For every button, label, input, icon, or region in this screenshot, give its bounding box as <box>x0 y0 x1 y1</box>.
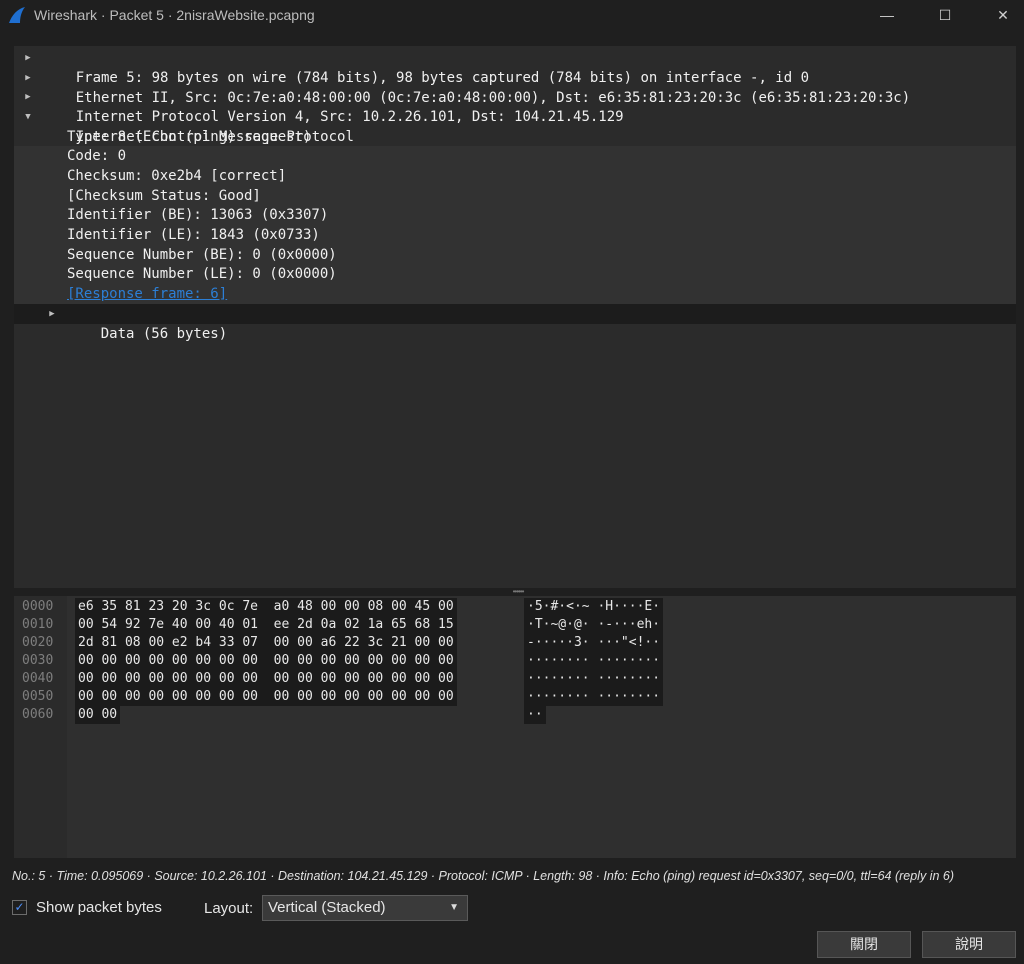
tree-item-data[interactable]: ▶ Data (56 bytes) <box>14 304 1016 342</box>
expand-arrow-icon[interactable]: ▶ <box>22 68 34 88</box>
byte-offset: 0030 <box>22 653 54 668</box>
wireshark-fin-icon <box>9 7 25 23</box>
tree-item-response-frame[interactable]: [Response frame: 6] <box>14 284 1016 304</box>
expand-arrow-icon[interactable]: ▶ <box>46 304 58 324</box>
response-frame-link[interactable]: [Response frame: 6] <box>67 286 227 302</box>
minimize-button[interactable]: — <box>864 0 910 30</box>
tree-item-identifier-le[interactable]: Identifier (LE): 1843 (0x0733) <box>14 225 1016 245</box>
packet-summary-status: No.: 5 · Time: 0.095069 · Source: 10.2.2… <box>12 869 954 883</box>
byte-offset: 0010 <box>22 617 54 632</box>
show-bytes-checkbox[interactable]: ✓ <box>12 900 27 915</box>
packet-details-tree[interactable]: ▶ Frame 5: 98 bytes on wire (784 bits), 9… <box>14 46 1016 588</box>
hex-bytes-row[interactable]: 00 00 00 00 00 00 00 00 00 00 00 00 00 0… <box>75 652 457 670</box>
packet-bytes-pane[interactable]: 0000 e6 35 81 23 20 3c 0c 7e a0 48 00 00… <box>14 596 1016 858</box>
tree-item-ethernet[interactable]: ▶ Ethernet II, Src: 0c:7e:a0:48:00:00 (0c… <box>14 68 1016 106</box>
show-packet-bytes-toggle[interactable]: ✓ Show packet bytes <box>12 899 162 916</box>
byte-offset: 0050 <box>22 689 54 704</box>
tree-item-icmp-code[interactable]: Code: 0 <box>14 146 1016 166</box>
hex-bytes-row[interactable]: 00 00 00 00 00 00 00 00 00 00 00 00 00 0… <box>75 670 457 688</box>
tree-item-checksum-status[interactable]: [Checksum Status: Good] <box>14 186 1016 206</box>
maximize-button[interactable]: ☐ <box>922 0 968 30</box>
layout-label: Layout: <box>204 900 254 917</box>
title-bar: Wireshark · Packet 5 · 2nisraWebsite.pca… <box>0 0 1024 30</box>
ascii-bytes-row[interactable]: -·····3· ···"<!·· <box>524 634 664 652</box>
ascii-bytes-row[interactable]: ·5·#·<·~ ·H····E· <box>524 598 664 616</box>
ascii-bytes-row[interactable]: ········ ········ <box>524 688 664 706</box>
close-window-button[interactable]: ✕ <box>980 0 1024 30</box>
ascii-bytes-row[interactable]: ·· <box>524 706 546 724</box>
show-bytes-label: Show packet bytes <box>36 899 162 916</box>
layout-select-value: Vertical (Stacked) <box>268 899 386 916</box>
hex-bytes-row[interactable]: e6 35 81 23 20 3c 0c 7e a0 48 00 00 08 0… <box>75 598 457 616</box>
help-button[interactable]: 說明 <box>922 931 1016 958</box>
window-title: Wireshark · Packet 5 · 2nisraWebsite.pca… <box>34 7 315 23</box>
hex-bytes-row[interactable]: 2d 81 08 00 e2 b4 33 07 00 00 a6 22 3c 2… <box>75 634 457 652</box>
tree-item-icmp-type[interactable]: Type: 8 (Echo (ping) request) <box>14 127 1016 147</box>
pane-splitter-handle[interactable]: •••••• <box>508 588 528 596</box>
tree-item-icmp-checksum[interactable]: Checksum: 0xe2b4 [correct] <box>14 166 1016 186</box>
byte-offset: 0000 <box>22 599 54 614</box>
tree-item-ipv4[interactable]: ▶ Internet Protocol Version 4, Src: 10.2.… <box>14 87 1016 125</box>
tree-item-icmp[interactable]: ▼ Internet Control Message Protocol <box>14 107 1016 145</box>
ascii-bytes-row[interactable]: ········ ········ <box>524 670 664 688</box>
close-button[interactable]: 關閉 <box>817 931 911 958</box>
tree-item-identifier-be[interactable]: Identifier (BE): 13063 (0x3307) <box>14 205 1016 225</box>
ascii-bytes-row[interactable]: ········ ········ <box>524 652 664 670</box>
byte-offset: 0040 <box>22 671 54 686</box>
collapse-arrow-icon[interactable]: ▼ <box>22 107 34 127</box>
hex-bytes-row[interactable]: 00 00 00 00 00 00 00 00 00 00 00 00 00 0… <box>75 688 457 706</box>
expand-arrow-icon[interactable]: ▶ <box>22 48 34 68</box>
ascii-bytes-row[interactable]: ·T·~@·@· ·-···eh· <box>524 616 664 634</box>
hex-bytes-row[interactable]: 00 00 <box>75 706 121 724</box>
byte-offset: 0020 <box>22 635 54 650</box>
chevron-down-icon: ▼ <box>449 902 459 913</box>
byte-offset: 0060 <box>22 707 54 722</box>
expand-arrow-icon[interactable]: ▶ <box>22 87 34 107</box>
tree-item-sequence-be[interactable]: Sequence Number (BE): 0 (0x0000) <box>14 245 1016 265</box>
tree-item-frame[interactable]: ▶ Frame 5: 98 bytes on wire (784 bits), 9… <box>14 48 1016 86</box>
layout-select[interactable]: Vertical (Stacked) ▼ <box>262 895 468 921</box>
tree-item-sequence-le[interactable]: Sequence Number (LE): 0 (0x0000) <box>14 264 1016 284</box>
hex-bytes-row[interactable]: 00 54 92 7e 40 00 40 01 ee 2d 0a 02 1a 6… <box>75 616 457 634</box>
